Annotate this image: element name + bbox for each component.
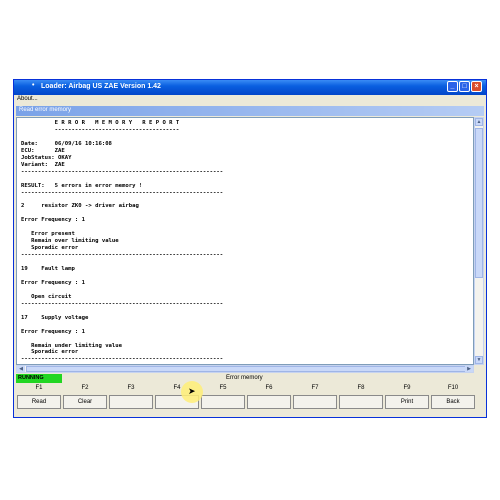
maximize-button[interactable]: □ (459, 81, 470, 92)
report-view[interactable]: E R R O R M E M O R Y R E P O R T ------… (16, 117, 474, 365)
scroll-down-icon[interactable]: ▼ (475, 356, 483, 364)
scroll-up-icon[interactable]: ▲ (475, 118, 483, 126)
scroll-right-icon[interactable]: ▶ (465, 366, 473, 372)
fkey-label: F7 (311, 385, 319, 391)
fkey-f1: F1 Read (16, 384, 62, 416)
minimize-button[interactable]: _ (447, 81, 458, 92)
print-button[interactable]: Print (385, 395, 429, 409)
status-running: RUNNING (16, 374, 62, 383)
report-text: E R R O R M E M O R Y R E P O R T ------… (21, 120, 224, 363)
function-key-bar: F1 Read F2 Clear F3 F4 F5 F6 F7 F8 F9 Pr… (16, 384, 484, 416)
mouse-cursor-highlight: ➤ (181, 381, 203, 403)
fkey-label: F5 (219, 385, 227, 391)
f7-button[interactable] (293, 395, 337, 409)
fkey-f10: F10 Back (430, 384, 476, 416)
fkey-label: F2 (81, 385, 89, 391)
menu-bar: About... (14, 95, 486, 105)
scroll-left-icon[interactable]: ◀ (17, 366, 25, 372)
status-mode: Error memory (226, 375, 263, 381)
fkey-f3: F3 (108, 384, 154, 416)
f8-button[interactable] (339, 395, 383, 409)
vertical-scrollbar[interactable]: ▲ ▼ (474, 117, 484, 365)
menu-about[interactable]: About... (17, 96, 38, 102)
fkey-label: F6 (265, 385, 273, 391)
scroll-thumb[interactable] (475, 128, 483, 278)
window-title: Loader: Airbag US ZAE Version 1.42 (41, 83, 161, 90)
fkey-f5: F5 (200, 384, 246, 416)
title-bar[interactable]: • Loader: Airbag US ZAE Version 1.42 _ □… (14, 80, 486, 95)
fkey-f6: F6 (246, 384, 292, 416)
fkey-label: F9 (403, 385, 411, 391)
f5-button[interactable] (201, 395, 245, 409)
panel-title: Read error memory (19, 107, 72, 113)
fkey-label: F8 (357, 385, 365, 391)
mouse-pointer-icon: ➤ (188, 386, 196, 396)
fkey-f8: F8 (338, 384, 384, 416)
fkey-f7: F7 (292, 384, 338, 416)
h-scroll-thumb[interactable] (26, 366, 466, 372)
fkey-label: F1 (35, 385, 43, 391)
clear-button[interactable]: Clear (63, 395, 107, 409)
back-button[interactable]: Back (431, 395, 475, 409)
status-bar: RUNNING Error memory (16, 374, 484, 383)
app-icon: • (32, 82, 35, 89)
close-button[interactable]: × (471, 81, 482, 92)
app-window: • Loader: Airbag US ZAE Version 1.42 _ □… (13, 79, 487, 418)
panel-header: Read error memory (16, 106, 484, 116)
fkey-label: F3 (127, 385, 135, 391)
read-button[interactable]: Read (17, 395, 61, 409)
fkey-label: F10 (447, 385, 459, 391)
fkey-f2: F2 Clear (62, 384, 108, 416)
fkey-f9: F9 Print (384, 384, 430, 416)
horizontal-scrollbar[interactable]: ◀ ▶ (16, 365, 474, 373)
f6-button[interactable] (247, 395, 291, 409)
f3-button[interactable] (109, 395, 153, 409)
